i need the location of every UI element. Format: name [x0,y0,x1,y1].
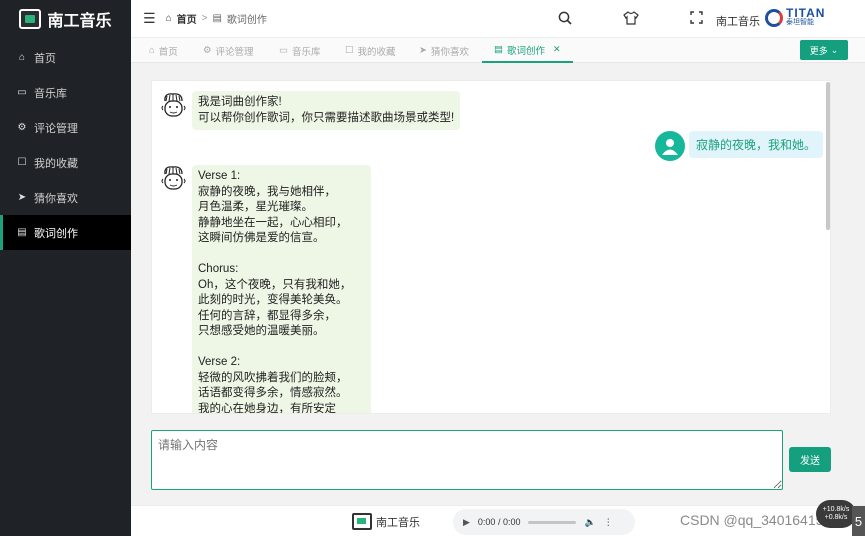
bot-avatar-icon [161,93,186,117]
sidebar-item-lyrics[interactable]: ▤ 歌词创作 [0,215,131,250]
chat-panel[interactable]: 我是词曲创作家! 可以帮你创作歌词，你只需要描述歌曲场景或类型! 寂静的夜晚，我… [151,80,831,414]
bot-message: 我是词曲创作家! 可以帮你创作歌词，你只需要描述歌曲场景或类型! [192,91,461,130]
document-icon: ▤ [494,44,503,55]
sidebar-item-comments[interactable]: ⚙ 评论管理 [0,110,131,145]
sidebar-item-label: 评论管理 [34,122,78,135]
document-icon: ▤ [17,227,27,238]
partner-logo-subtext: 泰坦智能 [786,19,814,26]
tab-favorites[interactable]: ☐ 我的收藏 [345,38,396,63]
tab-lyrics[interactable]: ▤ 歌词创作 ✕ [482,38,573,63]
sidebar-item-favorites[interactable]: ☐ 我的收藏 [0,145,131,180]
sidebar: 南工音乐 ⌂ 首页 ▭ 音乐库 ⚙ 评论管理 ☐ 我的收藏 ➤ 猜你喜欢 ▤ 歌… [0,0,131,536]
sidebar-item-music-library[interactable]: ▭ 音乐库 [0,75,131,110]
search-icon[interactable] [558,11,572,29]
monitor-icon: ▭ [17,87,27,98]
close-icon[interactable]: ✕ [553,44,561,55]
tab-label: 评论管理 [215,46,254,58]
gear-icon: ⚙ [203,45,212,56]
fullscreen-icon[interactable] [690,11,703,28]
user-name[interactable]: 南工音乐 [716,13,760,29]
audio-time: 0:00 / 0:00 [477,517,521,527]
main-content: 我是词曲创作家! 可以帮你创作歌词，你只需要描述歌曲场景或类型! 寂静的夜晚，我… [131,63,865,505]
app-logo-icon [352,513,372,530]
upload-speed: +10.8k/s [822,506,850,513]
user-message: 寂静的夜晚，我和她。 [689,131,824,158]
play-icon[interactable]: ▶ [463,517,470,528]
sidebar-item-label: 音乐库 [34,87,67,100]
tab-label: 音乐库 [291,46,321,58]
gear-icon: ⚙ [17,122,27,133]
menu-toggle-icon[interactable]: ☰ [143,10,156,27]
tab-label: 猜你喜欢 [430,46,469,58]
tab-label: 我的收藏 [357,46,396,58]
sidebar-nav: ⌂ 首页 ▭ 音乐库 ⚙ 评论管理 ☐ 我的收藏 ➤ 猜你喜欢 ▤ 歌词创作 [0,40,131,250]
tab-label: 首页 [158,46,178,58]
player-brand: 南工音乐 [352,513,420,530]
document-icon: ▤ [212,13,222,24]
bot-avatar-icon [161,166,186,190]
volume-icon[interactable]: 🔈 [584,517,595,528]
breadcrumb-separator: > [201,13,208,24]
titan-logo-icon [765,8,783,27]
audio-progress-track[interactable] [528,520,577,524]
sidebar-item-recommend[interactable]: ➤ 猜你喜欢 [0,180,131,215]
send-icon: ➤ [17,192,27,203]
tab-recommend[interactable]: ➤ 猜你喜欢 [419,38,469,63]
partner-logo-text: TITAN [786,6,826,20]
sidebar-item-label: 歌词创作 [34,227,78,240]
brand-name: 南工音乐 [47,13,112,30]
breadcrumb: ⌂ 首页 > ▤ 歌词创作 [166,11,267,26]
tab-label: 歌词创作 [506,45,545,57]
send-button[interactable]: 发送 [789,447,831,472]
home-icon: ⌂ [18,52,26,63]
more-options-icon[interactable]: ⋮ [604,517,613,528]
bot-message: Verse 1: 寂静的夜晚，我与她相伴， 月色温柔，星光璀璨。 静静地坐在一起… [192,165,371,413]
side-number-badge: 5 [852,506,865,536]
more-button-label: 更多 [809,45,828,56]
tab-comments[interactable]: ⚙ 评论管理 [203,38,254,63]
brand[interactable]: 南工音乐 [0,0,131,38]
bookmark-icon: ☐ [345,45,354,56]
sidebar-item-label: 猜你喜欢 [34,192,78,205]
tab-music-library[interactable]: ▭ 音乐库 [279,38,321,63]
sidebar-item-label: 首页 [34,52,56,65]
network-speed-badge: +10.8k/s +0.8k/s [816,500,856,528]
audio-player: ▶ 0:00 / 0:00 🔈 ⋮ [453,509,635,535]
chat-scrollbar[interactable] [826,82,830,230]
watermark: CSDN @qq_34016415 [680,512,824,528]
app-logo-icon [19,9,42,29]
partner-logo: TITAN 泰坦智能 [765,6,826,27]
player-bar: 南工音乐 ▶ 0:00 / 0:00 🔈 ⋮ CSDN @qq_34016415… [131,500,865,536]
download-speed: +0.8k/s [824,514,848,521]
app-root: 南工音乐 ⌂ 首页 ▭ 音乐库 ⚙ 评论管理 ☐ 我的收藏 ➤ 猜你喜欢 ▤ 歌… [0,0,865,536]
tab-bar: ⌂ 首页 ⚙ 评论管理 ▭ 音乐库 ☐ 我的收藏 ➤ 猜你喜欢 ▤ 歌词创作 ✕… [131,38,865,63]
sidebar-item-home[interactable]: ⌂ 首页 [0,40,131,75]
breadcrumb-current: 歌词创作 [226,15,267,26]
more-button[interactable]: 更多 ⌄ [800,40,848,60]
breadcrumb-home[interactable]: 首页 [177,11,197,26]
home-icon: ⌂ [165,13,172,24]
chevron-down-icon: ⌄ [830,44,839,55]
user-avatar-icon [655,131,685,161]
bookmark-icon: ☐ [17,157,27,168]
top-header: ☰ ⌂ 首页 > ▤ 歌词创作 南工音乐 TITAN 泰坦智能 [131,0,865,38]
home-icon: ⌂ [149,45,155,56]
send-icon: ➤ [419,45,427,56]
tab-home[interactable]: ⌂ 首页 [149,38,178,63]
monitor-icon: ▭ [279,45,288,56]
theme-shirt-icon[interactable] [623,11,639,29]
message-input[interactable] [151,430,783,490]
sidebar-item-label: 我的收藏 [34,157,78,170]
player-brand-name: 南工音乐 [376,516,420,529]
